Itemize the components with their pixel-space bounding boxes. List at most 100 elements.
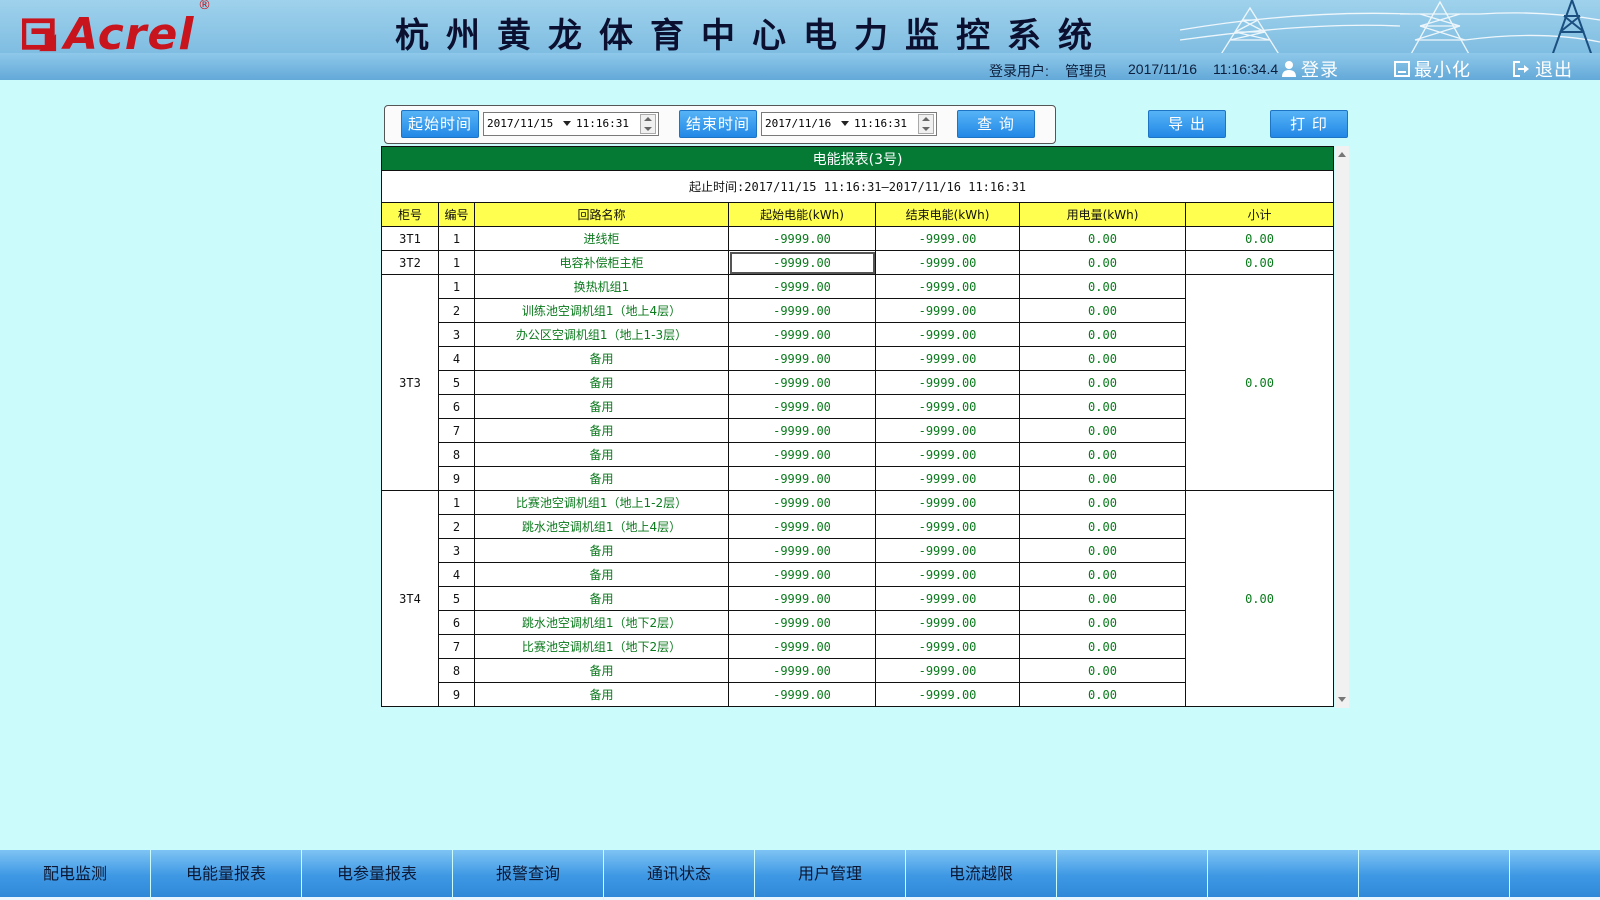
start-energy-cell[interactable]: -9999.00: [728, 370, 876, 395]
start-datetime-picker[interactable]: 2017/11/15 11:16:31: [483, 112, 659, 136]
end-time-button[interactable]: 结束时间: [679, 110, 757, 138]
end-energy-cell[interactable]: -9999.00: [875, 682, 1020, 707]
nav-item-0[interactable]: 配电监测: [0, 850, 150, 900]
number-cell[interactable]: 1: [438, 250, 475, 275]
usage-cell[interactable]: 0.00: [1019, 322, 1186, 347]
circuit-name-cell[interactable]: 比赛池空调机组1（地下2层）: [474, 634, 729, 659]
cabinet-cell[interactable]: 3T1: [381, 226, 439, 251]
circuit-name-cell[interactable]: 备用: [474, 442, 729, 467]
circuit-name-cell[interactable]: 备用: [474, 538, 729, 563]
start-energy-cell[interactable]: -9999.00: [728, 490, 876, 515]
end-energy-cell[interactable]: -9999.00: [875, 586, 1020, 611]
usage-cell[interactable]: 0.00: [1019, 226, 1186, 251]
end-energy-cell[interactable]: -9999.00: [875, 610, 1020, 635]
start-energy-cell[interactable]: -9999.00: [728, 250, 876, 275]
scroll-down-icon[interactable]: [1338, 697, 1346, 702]
scroll-up-icon[interactable]: [1338, 152, 1346, 157]
circuit-name-cell[interactable]: 备用: [474, 394, 729, 419]
usage-cell[interactable]: 0.00: [1019, 586, 1186, 611]
start-energy-cell[interactable]: -9999.00: [728, 298, 876, 323]
time-spinner-icon[interactable]: [918, 114, 934, 134]
number-cell[interactable]: 8: [438, 442, 475, 467]
nav-item-1[interactable]: 电能量报表: [151, 850, 301, 900]
start-energy-cell[interactable]: -9999.00: [728, 394, 876, 419]
circuit-name-cell[interactable]: 电容补偿柜主柜: [474, 250, 729, 275]
end-energy-cell[interactable]: -9999.00: [875, 370, 1020, 395]
start-energy-cell[interactable]: -9999.00: [728, 346, 876, 371]
circuit-name-cell[interactable]: 备用: [474, 466, 729, 491]
start-energy-cell[interactable]: -9999.00: [728, 418, 876, 443]
print-button[interactable]: 打 印: [1270, 110, 1348, 138]
end-energy-cell[interactable]: -9999.00: [875, 418, 1020, 443]
number-cell[interactable]: 2: [438, 298, 475, 323]
circuit-name-cell[interactable]: 跳水池空调机组1（地下2层）: [474, 610, 729, 635]
end-energy-cell[interactable]: -9999.00: [875, 658, 1020, 683]
usage-cell[interactable]: 0.00: [1019, 394, 1186, 419]
subtotal-cell[interactable]: 0.00: [1184, 490, 1335, 707]
circuit-name-cell[interactable]: 备用: [474, 370, 729, 395]
number-cell[interactable]: 2: [438, 514, 475, 539]
nav-item-8[interactable]: [1208, 850, 1358, 900]
end-energy-cell[interactable]: -9999.00: [875, 322, 1020, 347]
end-energy-cell[interactable]: -9999.00: [875, 490, 1020, 515]
chevron-down-icon[interactable]: [841, 121, 849, 126]
usage-cell[interactable]: 0.00: [1019, 490, 1186, 515]
end-energy-cell[interactable]: -9999.00: [875, 250, 1020, 275]
circuit-name-cell[interactable]: 比赛池空调机组1（地上1-2层）: [474, 490, 729, 515]
end-energy-cell[interactable]: -9999.00: [875, 298, 1020, 323]
nav-item-9[interactable]: [1359, 850, 1509, 900]
circuit-name-cell[interactable]: 备用: [474, 562, 729, 587]
usage-cell[interactable]: 0.00: [1019, 346, 1186, 371]
usage-cell[interactable]: 0.00: [1019, 442, 1186, 467]
start-time-button[interactable]: 起始时间: [401, 110, 479, 138]
start-energy-cell[interactable]: -9999.00: [728, 466, 876, 491]
number-cell[interactable]: 8: [438, 658, 475, 683]
usage-cell[interactable]: 0.00: [1019, 250, 1186, 275]
usage-cell[interactable]: 0.00: [1019, 466, 1186, 491]
number-cell[interactable]: 7: [438, 634, 475, 659]
usage-cell[interactable]: 0.00: [1019, 610, 1186, 635]
end-datetime-picker[interactable]: 2017/11/16 11:16:31: [761, 112, 937, 136]
circuit-name-cell[interactable]: 备用: [474, 658, 729, 683]
start-energy-cell[interactable]: -9999.00: [728, 682, 876, 707]
end-energy-cell[interactable]: -9999.00: [875, 274, 1020, 299]
nav-item-4[interactable]: 通讯状态: [604, 850, 754, 900]
cabinet-cell[interactable]: 3T2: [381, 250, 439, 275]
start-energy-cell[interactable]: -9999.00: [728, 226, 876, 251]
circuit-name-cell[interactable]: 备用: [474, 682, 729, 707]
end-energy-cell[interactable]: -9999.00: [875, 394, 1020, 419]
end-energy-cell[interactable]: -9999.00: [875, 562, 1020, 587]
circuit-name-cell[interactable]: 备用: [474, 346, 729, 371]
end-energy-cell[interactable]: -9999.00: [875, 634, 1020, 659]
circuit-name-cell[interactable]: 换热机组1: [474, 274, 729, 299]
cabinet-cell[interactable]: 3T3: [381, 274, 439, 491]
start-energy-cell[interactable]: -9999.00: [728, 514, 876, 539]
number-cell[interactable]: 9: [438, 466, 475, 491]
usage-cell[interactable]: 0.00: [1019, 538, 1186, 563]
usage-cell[interactable]: 0.00: [1019, 418, 1186, 443]
end-energy-cell[interactable]: -9999.00: [875, 226, 1020, 251]
usage-cell[interactable]: 0.00: [1019, 274, 1186, 299]
number-cell[interactable]: 6: [438, 394, 475, 419]
nav-item-5[interactable]: 用户管理: [755, 850, 905, 900]
exit-button[interactable]: 退出: [1513, 56, 1573, 80]
circuit-name-cell[interactable]: 备用: [474, 418, 729, 443]
usage-cell[interactable]: 0.00: [1019, 370, 1186, 395]
nav-item-6[interactable]: 电流越限: [906, 850, 1056, 900]
subtotal-cell[interactable]: 0.00: [1184, 274, 1335, 491]
start-energy-cell[interactable]: -9999.00: [728, 586, 876, 611]
start-energy-cell[interactable]: -9999.00: [728, 538, 876, 563]
table-scrollbar[interactable]: [1335, 146, 1349, 708]
number-cell[interactable]: 1: [438, 226, 475, 251]
circuit-name-cell[interactable]: 跳水池空调机组1（地上4层）: [474, 514, 729, 539]
nav-item-7[interactable]: [1057, 850, 1207, 900]
end-energy-cell[interactable]: -9999.00: [875, 466, 1020, 491]
end-energy-cell[interactable]: -9999.00: [875, 538, 1020, 563]
number-cell[interactable]: 4: [438, 562, 475, 587]
usage-cell[interactable]: 0.00: [1019, 658, 1186, 683]
number-cell[interactable]: 3: [438, 538, 475, 563]
nav-item-3[interactable]: 报警查询: [453, 850, 603, 900]
time-spinner-icon[interactable]: [640, 114, 656, 134]
cabinet-cell[interactable]: 3T4: [381, 490, 439, 707]
login-button[interactable]: 登录: [1281, 56, 1339, 80]
